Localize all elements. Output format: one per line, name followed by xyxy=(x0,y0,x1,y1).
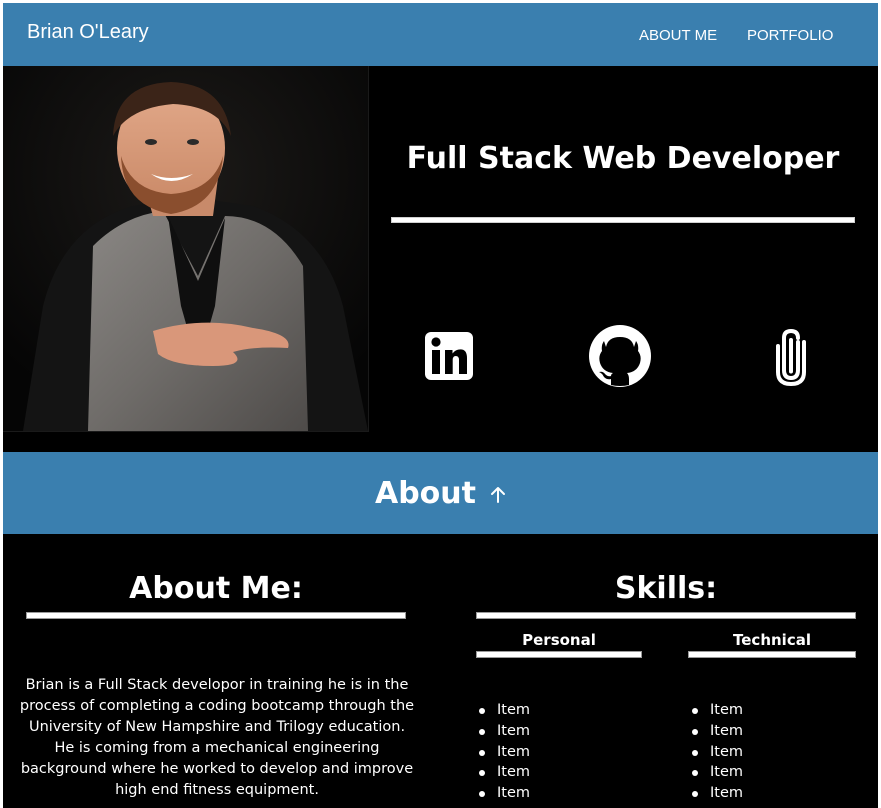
list-item: Item xyxy=(690,762,743,783)
skills-title: Skills: xyxy=(614,571,718,606)
list-item: Item xyxy=(477,783,530,804)
personal-skills-list: Item Item Item Item Item xyxy=(477,700,530,804)
navbar: Brian O'Leary ABOUT ME PORTFOLIO xyxy=(3,3,878,66)
hero-divider xyxy=(391,217,855,223)
technical-skills-list: Item Item Item Item Item xyxy=(690,700,743,804)
about-me-bio: Brian is a Full Stack developor in train… xyxy=(19,676,415,798)
technical-skills-divider xyxy=(688,651,856,658)
list-item: Item xyxy=(690,783,743,804)
about-me-divider xyxy=(26,612,406,619)
arrow-up-icon[interactable] xyxy=(490,485,506,507)
personal-skills-title: Personal xyxy=(522,631,596,649)
paperclip-icon[interactable] xyxy=(771,323,811,389)
about-band-title: About xyxy=(374,475,476,511)
hero-title: Full Stack Web Developer xyxy=(406,141,840,176)
list-item: Item xyxy=(477,721,530,742)
list-item: Item xyxy=(690,742,743,763)
list-item: Item xyxy=(477,762,530,783)
skills-divider xyxy=(476,612,856,619)
list-item: Item xyxy=(477,700,530,721)
list-item: Item xyxy=(690,700,743,721)
profile-photo xyxy=(3,66,369,432)
page: Brian O'Leary ABOUT ME PORTFOLIO Full St… xyxy=(3,3,878,808)
about-me-title: About Me: xyxy=(129,571,303,606)
nav-about-me-link[interactable]: ABOUT ME xyxy=(639,27,717,44)
linkedin-icon[interactable] xyxy=(421,323,477,389)
github-icon[interactable] xyxy=(587,323,653,389)
list-item: Item xyxy=(690,721,743,742)
technical-skills-title: Technical xyxy=(733,631,811,649)
about-band: About xyxy=(3,452,878,534)
personal-skills-divider xyxy=(476,651,642,658)
nav-portfolio-link[interactable]: PORTFOLIO xyxy=(747,27,833,44)
brand-link[interactable]: Brian O'Leary xyxy=(27,21,149,44)
list-item: Item xyxy=(477,742,530,763)
